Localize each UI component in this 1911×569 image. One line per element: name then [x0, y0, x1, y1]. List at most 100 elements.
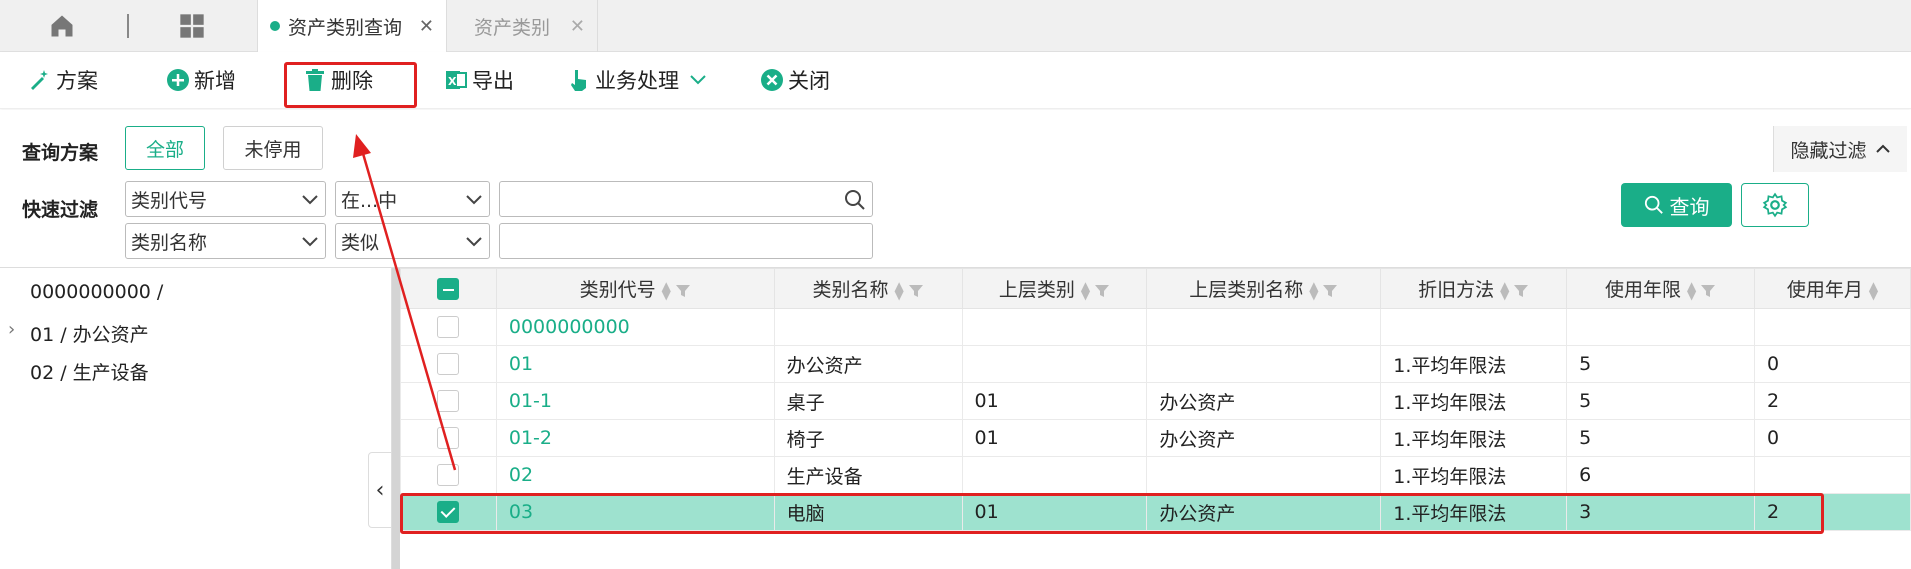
cell-depreciation: 1.平均年限法	[1380, 382, 1568, 420]
sort-icon[interactable]: ▲ ▼	[1309, 280, 1318, 301]
excel-icon: X	[446, 71, 467, 89]
filter-value-input-2[interactable]	[499, 223, 873, 259]
cell-parent: 01	[961, 419, 1148, 457]
row-checkbox-cell[interactable]	[400, 345, 497, 383]
tree-item-root[interactable]: 0000000000 /	[30, 281, 163, 303]
sort-icon[interactable]: ▲ ▼	[662, 280, 671, 301]
filter-panel: 查询方案 全部 未停用 快速过滤 类别代号 在...中 类别名称 类似 隐藏过滤…	[0, 110, 1911, 268]
hide-filter-button[interactable]: 隐藏过滤	[1773, 126, 1907, 172]
close-tab-icon[interactable]: ✕	[570, 16, 585, 37]
scheme-button[interactable]: 方案	[28, 60, 98, 100]
business-process-dropdown[interactable]: 业务处理	[567, 60, 711, 100]
cell-life-months	[1754, 456, 1911, 494]
sort-icon[interactable]: ▲ ▼	[1081, 280, 1090, 301]
filter-icon[interactable]	[908, 283, 924, 299]
search-icon[interactable]	[844, 189, 866, 211]
table-row[interactable]: 01 办公资产 1.平均年限法 5 0	[400, 345, 1911, 383]
table-row[interactable]: 01-2 椅子 01 办公资产 1.平均年限法 5 0	[400, 419, 1911, 457]
scheme-not-disabled-button[interactable]: 未停用	[223, 126, 323, 170]
column-header[interactable]: 类别代号 ▲ ▼	[495, 268, 775, 309]
close-label: 关闭	[788, 69, 830, 93]
active-dot-icon	[270, 21, 280, 31]
data-table: 类别代号 ▲ ▼ 类别名称 ▲ ▼ 上层类别 ▲ ▼ 上层类别名称 ▲ ▼ 折旧方法 ▲ ▼ 使用年…	[400, 268, 1911, 531]
select-value: 类别名称	[131, 231, 208, 254]
cell-code[interactable]: 01-1	[495, 382, 775, 420]
row-checkbox-cell[interactable]	[400, 382, 497, 420]
business-label: 业务处理	[595, 69, 679, 93]
export-button[interactable]: X 导出	[444, 60, 514, 100]
add-button[interactable]: 新增	[166, 60, 236, 100]
table-row[interactable]: 02 生产设备 1.平均年限法 6	[400, 456, 1911, 494]
expand-arrow-icon[interactable]: ›	[8, 319, 15, 340]
tree-item-office-assets[interactable]: 01 / 办公资产	[30, 320, 149, 347]
tab-asset-category-query[interactable]: 资产类别查询 ✕	[257, 0, 447, 52]
column-header[interactable]: 上层类别名称 ▲ ▼	[1146, 268, 1382, 309]
sort-icon[interactable]: ▲ ▼	[1869, 280, 1878, 301]
row-checkbox-cell[interactable]	[400, 456, 497, 494]
filter-operator-select-1[interactable]: 在...中	[335, 181, 490, 217]
collapse-panel-button[interactable]: ‹	[368, 452, 392, 528]
cell-code[interactable]: 01	[495, 345, 775, 383]
sort-icon[interactable]: ▲ ▼	[1687, 280, 1696, 301]
filter-field-select-2[interactable]: 类别名称	[125, 223, 326, 259]
cell-life-years	[1566, 308, 1756, 346]
row-checkbox-cell[interactable]	[400, 419, 497, 457]
filter-value-input-1[interactable]	[499, 181, 873, 217]
gear-icon	[1762, 192, 1788, 218]
tab-label: 资产类别查询	[288, 16, 403, 39]
tree-item-production-equipment[interactable]: 02 / 生产设备	[30, 358, 149, 385]
select-all-cell[interactable]	[400, 268, 497, 309]
cell-name: 生产设备	[773, 456, 963, 494]
column-header[interactable]: 折旧方法 ▲ ▼	[1380, 268, 1568, 309]
cell-life-months: 2	[1754, 382, 1911, 420]
tab-asset-category[interactable]: 资产类别 ✕	[448, 0, 598, 52]
cell-code[interactable]: 01-2	[495, 419, 775, 457]
filter-icon[interactable]	[1094, 283, 1110, 299]
cell-code[interactable]: 02	[495, 456, 775, 494]
query-button[interactable]: 查询	[1621, 183, 1732, 227]
toolbar: 方案 新增 删除 X 导出 业务处理 关闭	[0, 52, 1911, 109]
table-row[interactable]: 0000000000	[400, 308, 1911, 346]
column-header[interactable]: 类别名称 ▲ ▼	[773, 268, 963, 309]
column-header[interactable]: 上层类别 ▲ ▼	[961, 268, 1148, 309]
filter-icon[interactable]	[1700, 283, 1716, 299]
cell-name: 椅子	[773, 419, 963, 457]
cell-parent-name	[1146, 345, 1382, 383]
filter-icon[interactable]	[675, 283, 691, 299]
home-icon[interactable]	[48, 12, 76, 40]
cell-name	[773, 308, 963, 346]
panel-splitter[interactable]	[392, 268, 400, 569]
tab-label: 资产类别	[474, 16, 551, 39]
table-row[interactable]: 01-1 桌子 01 办公资产 1.平均年限法 5 2	[400, 382, 1911, 420]
scheme-all-button[interactable]: 全部	[125, 126, 205, 170]
settings-button[interactable]	[1741, 183, 1809, 227]
sort-icon[interactable]: ▲ ▼	[1500, 280, 1509, 301]
row-checkbox-cell[interactable]	[400, 308, 497, 346]
svg-text:X: X	[448, 75, 457, 88]
column-header[interactable]: 使用年限 ▲ ▼	[1566, 268, 1756, 309]
filter-icon[interactable]	[1322, 283, 1338, 299]
column-header[interactable]: 使用年月 ▲ ▼	[1754, 268, 1911, 309]
row-checkbox[interactable]	[437, 390, 460, 413]
select-all-checkbox[interactable]	[437, 277, 460, 300]
row-checkbox[interactable]	[437, 353, 460, 376]
filter-operator-select-2[interactable]: 类似	[335, 223, 490, 259]
cell-code[interactable]: 0000000000	[495, 308, 775, 346]
close-button[interactable]: 关闭	[760, 60, 830, 100]
sort-icon[interactable]: ▲ ▼	[894, 280, 903, 301]
close-tab-icon[interactable]: ✕	[419, 16, 434, 37]
cell-depreciation	[1380, 308, 1568, 346]
grid-menu-icon[interactable]	[178, 12, 206, 40]
filter-icon[interactable]	[1513, 283, 1529, 299]
filter-field-select-1[interactable]: 类别代号	[125, 181, 326, 217]
row-checkbox[interactable]	[437, 427, 460, 450]
chevron-down-icon	[466, 195, 482, 205]
selected-row-highlight-box	[400, 493, 1824, 534]
select-value: 在...中	[341, 189, 398, 212]
row-checkbox[interactable]	[437, 464, 460, 487]
row-checkbox[interactable]	[437, 316, 460, 339]
search-icon	[1644, 195, 1663, 214]
magic-wand-icon	[31, 70, 48, 90]
cell-name: 桌子	[773, 382, 963, 420]
cell-parent	[961, 456, 1148, 494]
